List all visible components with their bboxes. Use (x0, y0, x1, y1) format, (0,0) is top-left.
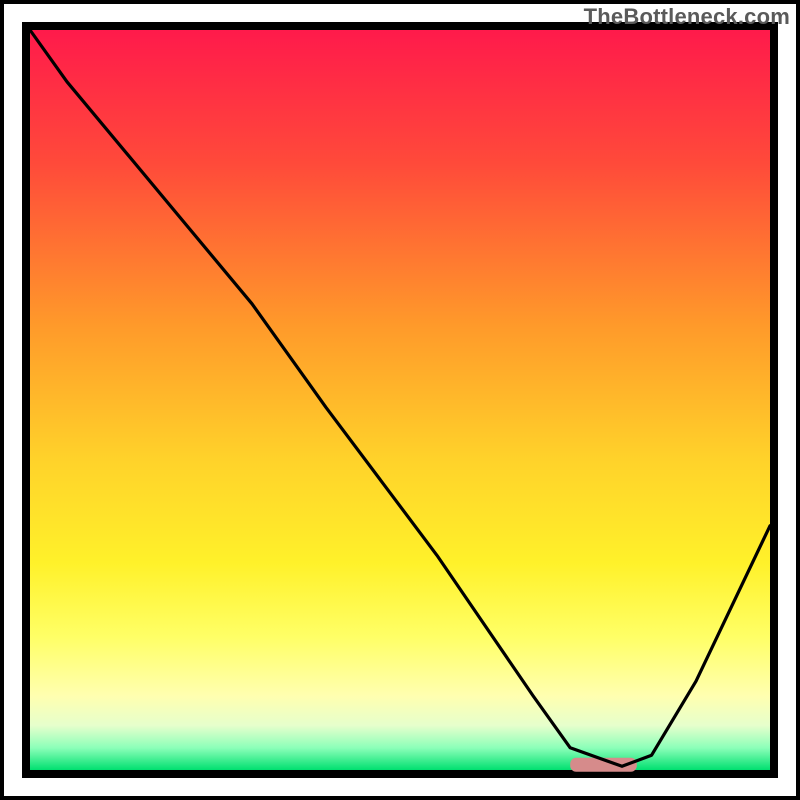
chart-container: TheBottleneck.com (0, 0, 800, 800)
bottleneck-chart (0, 0, 800, 800)
watermark-text: TheBottleneck.com (584, 4, 790, 30)
gradient-background (30, 30, 770, 770)
